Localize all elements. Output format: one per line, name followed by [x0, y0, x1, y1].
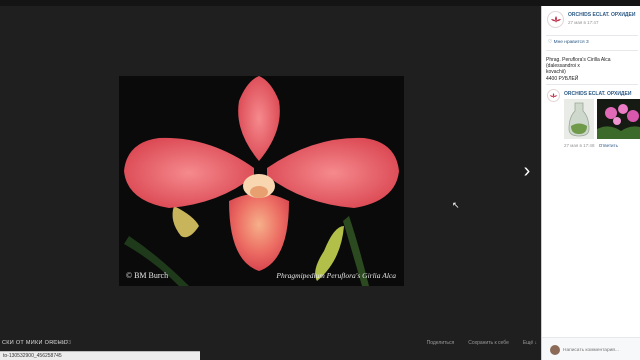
- comment-attachments: [564, 99, 640, 139]
- divider: [546, 35, 638, 36]
- orchid-logo-icon: [549, 92, 558, 98]
- photo-actions: Поделиться Сохранить к себе Ещё ↓: [427, 340, 537, 346]
- more-button[interactable]: Ещё ↓: [523, 340, 537, 346]
- orchid-logo-icon: [550, 15, 561, 22]
- photo-caption: Phragmipedium Peruflora's Girlia Alca: [276, 271, 396, 280]
- post-header: ORCHIDS ECLAT. ОРХИДЕИ 27 мая в 17:47: [547, 11, 635, 28]
- avatar[interactable]: [547, 89, 560, 102]
- comment-date[interactable]: 27 мая в 17:48: [564, 143, 594, 148]
- heart-icon: ♡: [548, 40, 553, 45]
- browser-status-bar: to-130532900_456258745: [0, 351, 200, 360]
- photo-bottom-bar: СКИ ОТ МИКИ ORCHID 40 из 73 Поделиться С…: [0, 338, 541, 350]
- photo-credit: © BM Burch: [126, 271, 169, 280]
- mouse-cursor-icon: ↖: [452, 200, 460, 210]
- status-bar-spacer: [200, 351, 540, 360]
- post-price: 4400 РУБЛЕЙ: [546, 75, 579, 82]
- avatar: [550, 345, 560, 355]
- post-sidebar: ORCHIDS ECLAT. ОРХИДЕИ 27 мая в 17:47 ♡ …: [541, 6, 640, 360]
- divider: [546, 84, 638, 85]
- post-text-line: Phrag. Peruflora's Cirilla Alca (dalessa…: [546, 57, 611, 70]
- comment-form: [542, 337, 640, 360]
- flask-photo: [564, 99, 594, 139]
- likes-label: Мне нравится 3: [553, 40, 589, 45]
- orchid-photo: [119, 76, 404, 286]
- likes-button[interactable]: ♡ Мне нравится 3: [548, 40, 589, 45]
- post-date[interactable]: 27 мая в 17:47: [568, 20, 635, 25]
- share-button[interactable]: Поделиться: [427, 340, 455, 346]
- post-author[interactable]: ORCHIDS ECLAT. ОРХИДЕИ: [568, 12, 635, 18]
- chevron-right-icon[interactable]: ›: [518, 160, 536, 182]
- reply-link[interactable]: Ответить: [599, 143, 618, 148]
- comment-meta: 27 мая в 17:48 Ответить: [564, 143, 618, 148]
- album-count: 40 из 73: [52, 340, 71, 346]
- save-button[interactable]: Сохранить к себе: [468, 340, 509, 346]
- orchid-plants-photo: [597, 99, 640, 139]
- avatar[interactable]: [547, 11, 564, 28]
- post-text: Phrag. Peruflora's Cirilla Alca (dalessa…: [546, 57, 640, 82]
- divider: [546, 50, 638, 51]
- photo[interactable]: © BM Burch Phragmipedium Peruflora's Gir…: [119, 76, 404, 286]
- comment-input[interactable]: [563, 346, 637, 354]
- attachment-photo[interactable]: [597, 99, 640, 139]
- author-block: ORCHIDS ECLAT. ОРХИДЕИ 27 мая в 17:47: [568, 11, 635, 28]
- attachment-photo[interactable]: [564, 99, 594, 139]
